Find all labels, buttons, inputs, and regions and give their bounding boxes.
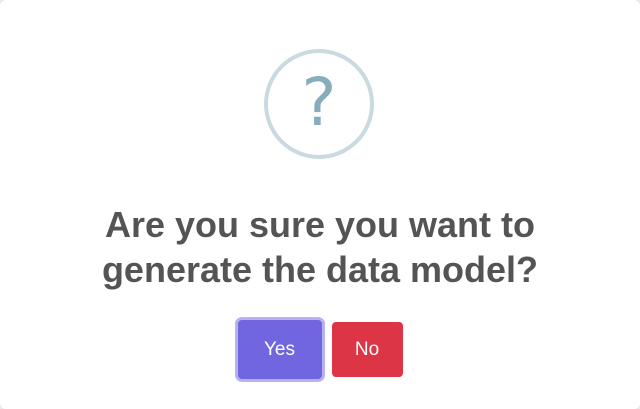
dialog-title-line-2: generate the data model? — [101, 249, 539, 290]
question-icon: ? — [264, 49, 374, 159]
dialog-actions: Yes No — [0, 320, 640, 379]
question-mark-glyph: ? — [301, 64, 337, 141]
confirmation-dialog: ? Are you sure you want to generate the … — [0, 0, 640, 409]
yes-button[interactable]: Yes — [237, 320, 322, 379]
no-button[interactable]: No — [331, 322, 403, 377]
dialog-title: Are you sure you want to generate the da… — [0, 202, 640, 292]
dialog-title-line-1: Are you sure you want to — [104, 204, 536, 245]
